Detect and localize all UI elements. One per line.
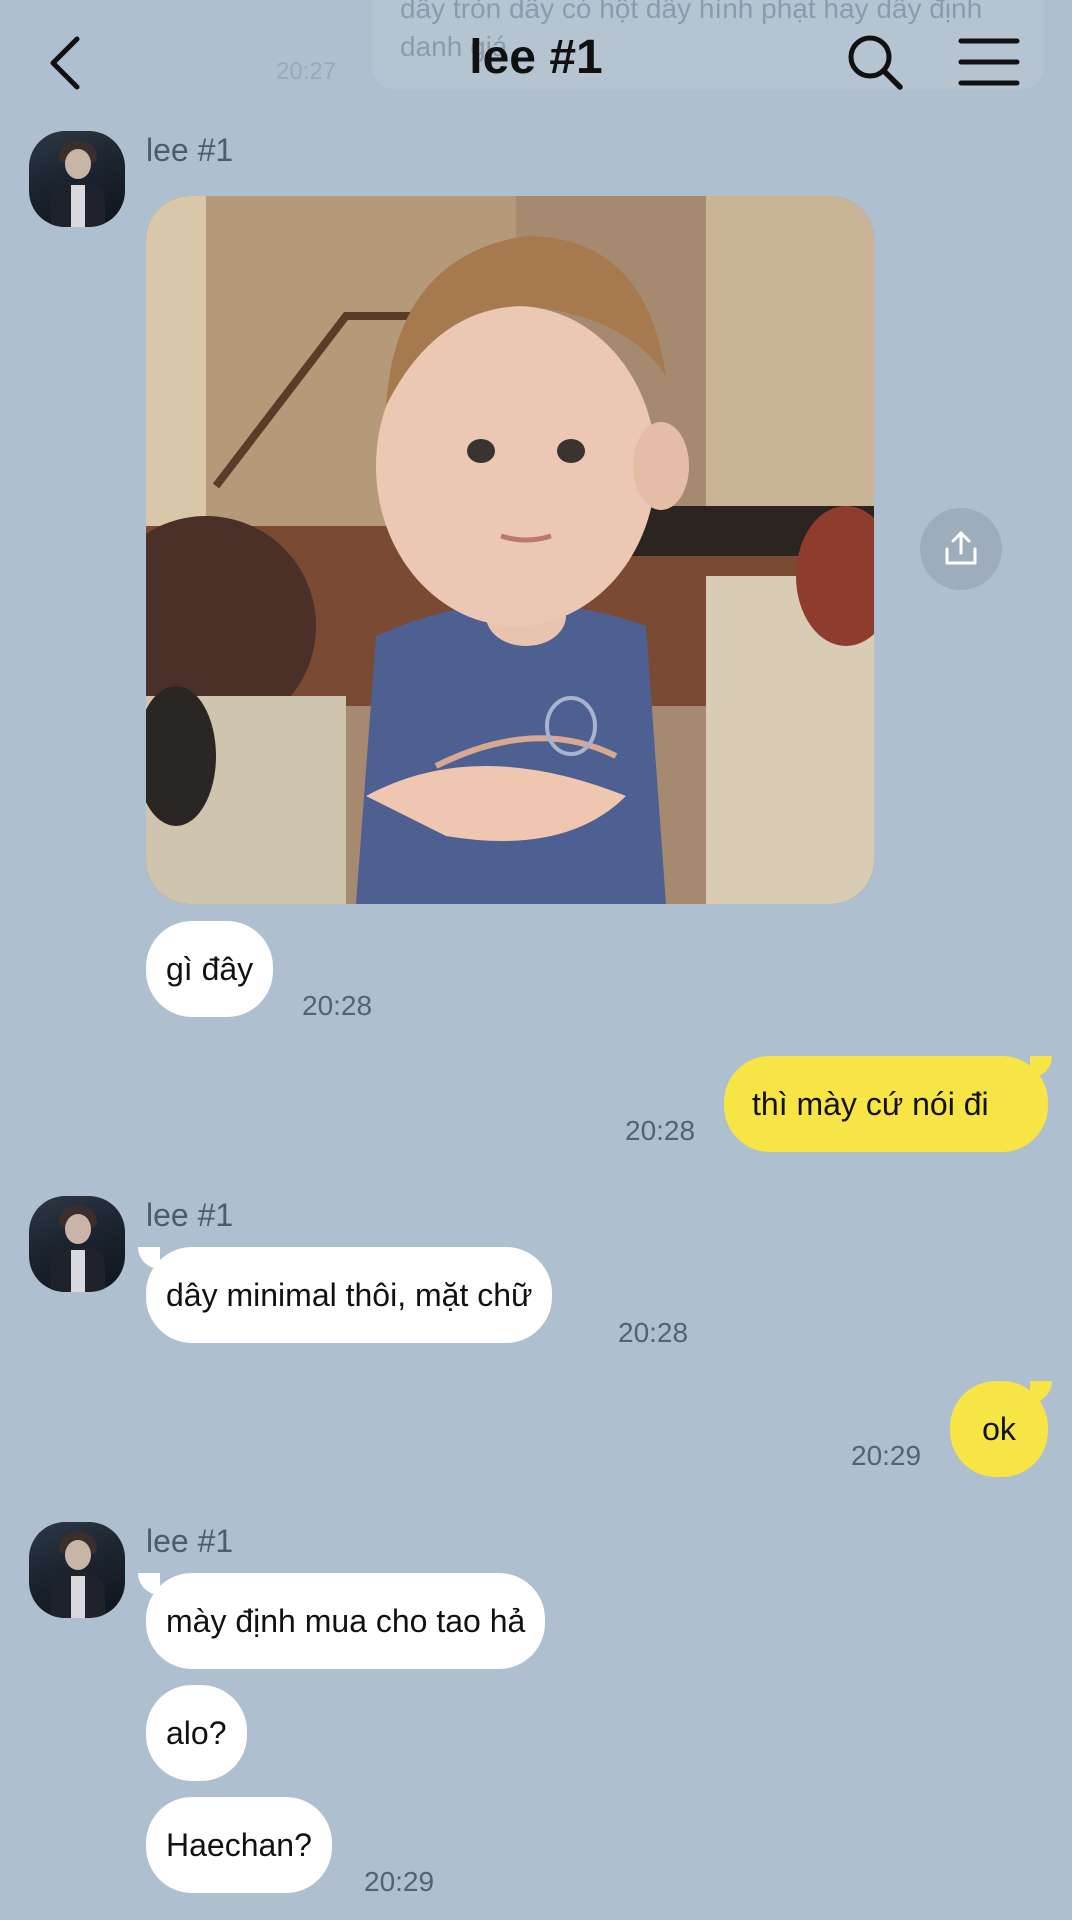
search-button[interactable]: [845, 32, 905, 92]
message-time: 20:28: [625, 1115, 696, 1146]
share-button[interactable]: [920, 508, 1002, 590]
sender-name: lee #1: [146, 1197, 234, 1233]
sender-name: lee #1: [146, 1523, 234, 1559]
message-bubble-incoming[interactable]: dây minimal thôi, mặt chữ: [146, 1247, 553, 1343]
message-time: 20:29: [364, 1866, 435, 1897]
image-message[interactable]: [146, 196, 874, 904]
message-time: 20:29: [851, 1440, 922, 1471]
search-icon: [848, 35, 903, 90]
photo-child-crossed-arms: [146, 196, 874, 904]
message-bubble-incoming[interactable]: Haechan?: [146, 1797, 332, 1893]
avatar[interactable]: [29, 131, 125, 227]
message-bubble-outgoing[interactable]: thì mày cứ nói đi: [724, 1056, 1048, 1152]
message-bubble-incoming[interactable]: alo?: [146, 1685, 247, 1781]
chat-title: lee #1: [469, 31, 603, 84]
sender-name: lee #1: [146, 132, 234, 168]
message-time: 20:28: [618, 1317, 689, 1348]
share-icon: [945, 531, 977, 565]
message-time: 20:28: [302, 990, 373, 1021]
message-bubble-incoming[interactable]: mày định mua cho tao hả: [146, 1573, 546, 1669]
menu-button[interactable]: [958, 36, 1020, 88]
avatar[interactable]: [29, 1196, 125, 1292]
hamburger-menu-icon: [958, 38, 1020, 86]
message-bubble-outgoing[interactable]: ok: [950, 1381, 1048, 1477]
avatar[interactable]: [29, 1522, 125, 1618]
message-bubble-incoming[interactable]: gì đây: [146, 921, 274, 1017]
